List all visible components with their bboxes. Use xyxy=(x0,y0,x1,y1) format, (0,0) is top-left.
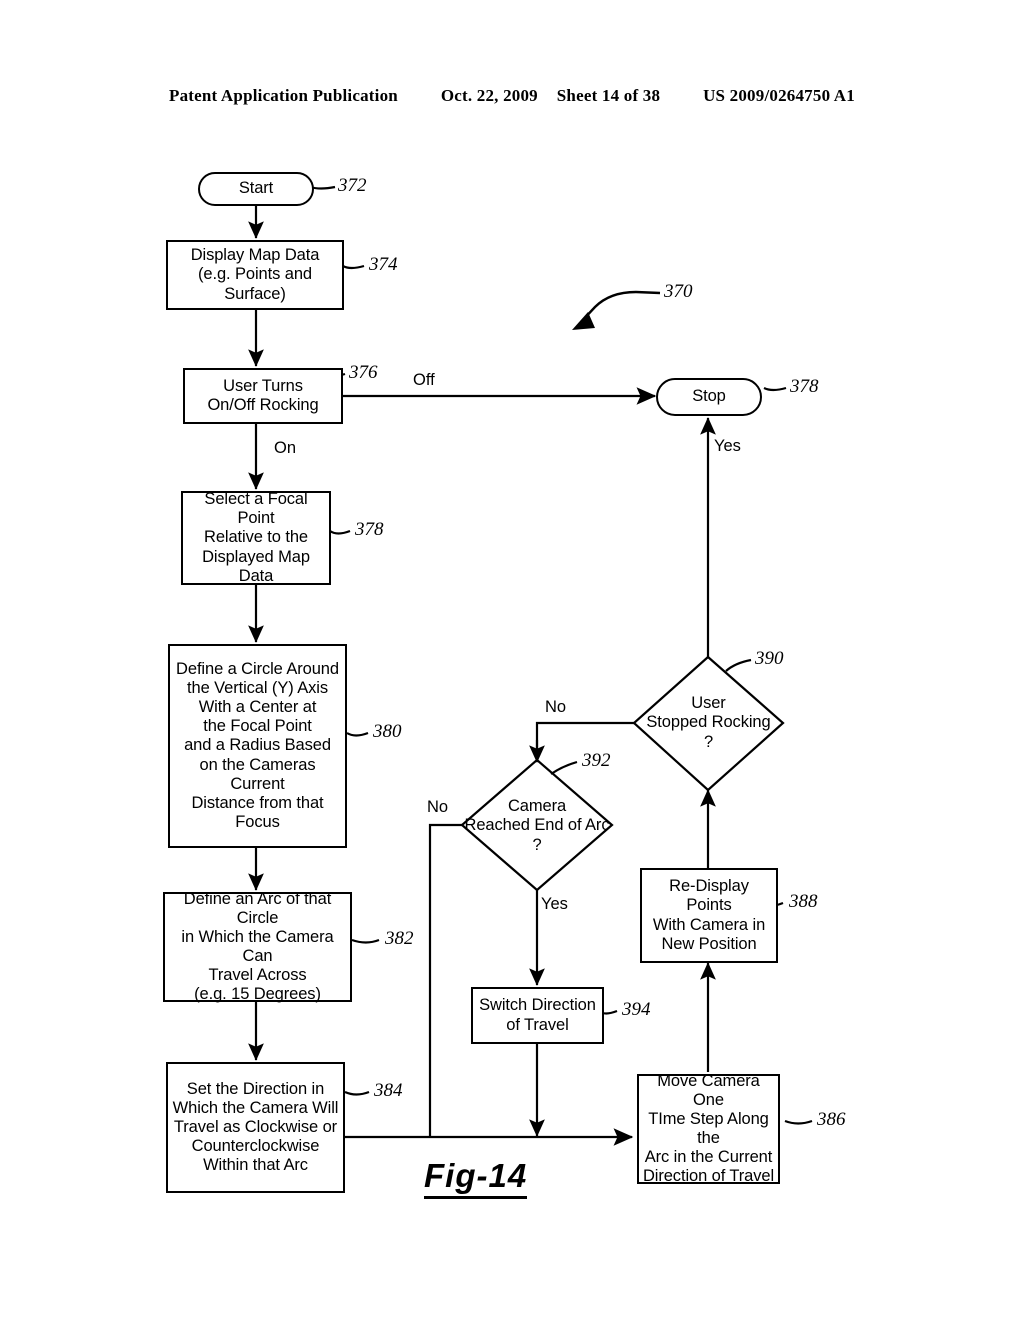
node-move-line4: Direction of Travel xyxy=(642,1167,775,1186)
node-arc-line3: Travel Across xyxy=(208,966,307,985)
patent-figure-14: Start Display Map Data (e.g. Points and … xyxy=(0,0,1024,1320)
node-circle-line2: the Vertical (Y) Axis xyxy=(187,679,328,698)
node-setdir-line1: Set the Direction in xyxy=(186,1079,325,1098)
node-start[interactable]: Start xyxy=(198,172,314,206)
ref-numeral-370: 370 xyxy=(664,281,693,302)
node-select-focal-point[interactable]: Select a Focal Point Relative to the Dis… xyxy=(181,490,331,585)
node-set-direction[interactable]: Set the Direction in Which the Camera Wi… xyxy=(166,1062,345,1193)
edge-label-no-end-of-arc: No xyxy=(427,798,449,816)
node-move-line2: TIme Step Along the xyxy=(648,1109,769,1147)
edge-label-no-user-stopped: No xyxy=(545,698,567,716)
node-display-map-line2: (e.g. Points and Surface) xyxy=(198,265,312,303)
ref-numeral-392: 392 xyxy=(582,750,611,771)
ref-numeral-394: 394 xyxy=(622,999,651,1020)
node-define-circle[interactable]: Define a Circle Around the Vertical (Y) … xyxy=(168,644,347,848)
edge-label-yes-end-of-arc: Yes xyxy=(541,895,568,913)
ref-numeral-380: 380 xyxy=(373,721,402,742)
node-move-line3: Arc in the Current xyxy=(644,1148,773,1167)
node-redisplay-line1: Re-Display Points xyxy=(669,877,749,915)
node-circle-line1: Define a Circle Around xyxy=(176,659,339,678)
node-focal-line1: Select a Focal Point xyxy=(204,490,308,528)
ref-numeral-384: 384 xyxy=(374,1080,403,1101)
node-focal-line2: Relative to the xyxy=(204,528,308,547)
ref-numeral-390: 390 xyxy=(755,648,784,669)
node-redisplay-points[interactable]: Re-Display Points With Camera in New Pos… xyxy=(640,868,778,963)
ref-numeral-376: 376 xyxy=(349,362,378,383)
ref-numeral-386: 386 xyxy=(817,1109,846,1130)
node-circle-line7: Distance from that Focus xyxy=(191,793,324,831)
node-focal-line3: Displayed Map Data xyxy=(202,547,310,585)
edge-label-on: On xyxy=(274,439,297,457)
node-setdir-line4: Counterclockwise xyxy=(191,1137,320,1156)
node-start-label: Start xyxy=(238,179,274,198)
ref-numeral-374: 374 xyxy=(369,254,398,275)
node-switch-direction[interactable]: Switch Direction of Travel xyxy=(471,987,604,1044)
node-switchdir-line1: Switch Direction xyxy=(479,996,596,1015)
ref-numeral-378-focal: 378 xyxy=(355,519,384,540)
node-move-line1: Move Camera One xyxy=(657,1071,760,1109)
ref-numeral-382: 382 xyxy=(385,928,414,949)
node-arc-line1: Define an Arc of that Circle xyxy=(183,889,332,927)
node-display-map-data[interactable]: Display Map Data (e.g. Points and Surfac… xyxy=(166,240,344,310)
node-user-turns-line2: On/Off Rocking xyxy=(207,396,319,414)
node-arc-line4: (e.g. 15 Degrees) xyxy=(194,985,321,1004)
node-redisplay-line3: New Position xyxy=(661,934,757,953)
node-circle-line6: on the Cameras Current xyxy=(199,755,316,793)
figure-caption: Fig-14 xyxy=(424,1157,528,1199)
node-move-camera[interactable]: Move Camera One TIme Step Along the Arc … xyxy=(637,1071,780,1186)
node-display-map-line1: Display Map Data xyxy=(190,246,320,265)
node-user-turns-line1: User Turns xyxy=(223,376,303,395)
node-setdir-line5: Within that Arc xyxy=(203,1156,308,1175)
node-circle-line3: With a Center at xyxy=(198,698,317,717)
edge-label-off: Off xyxy=(413,371,435,389)
ref-numeral-378-stop: 378 xyxy=(790,376,819,397)
node-stop-label: Stop xyxy=(692,387,726,406)
node-circle-line4: the Focal Point xyxy=(203,717,312,736)
flowchart-connectors xyxy=(248,185,813,1193)
ref-numeral-388: 388 xyxy=(789,891,818,912)
node-redisplay-line2: With Camera in xyxy=(652,915,766,934)
node-define-arc[interactable]: Define an Arc of that Circle in Which th… xyxy=(163,889,352,1004)
node-circle-line5: and a Radius Based xyxy=(184,736,331,755)
node-setdir-line3: Travel as Clockwise or xyxy=(173,1117,338,1136)
node-switchdir-line2: of Travel xyxy=(506,1015,569,1034)
node-arc-line2: in Which the Camera Can xyxy=(181,927,334,965)
edge-label-yes-to-stop: Yes xyxy=(714,437,741,455)
node-user-turns-rocking[interactable]: User Turns On/Off Rocking xyxy=(183,368,343,424)
ref-numeral-372: 372 xyxy=(338,175,367,196)
node-stop[interactable]: Stop xyxy=(656,378,762,416)
node-setdir-line2: Which the Camera Will xyxy=(172,1098,339,1117)
